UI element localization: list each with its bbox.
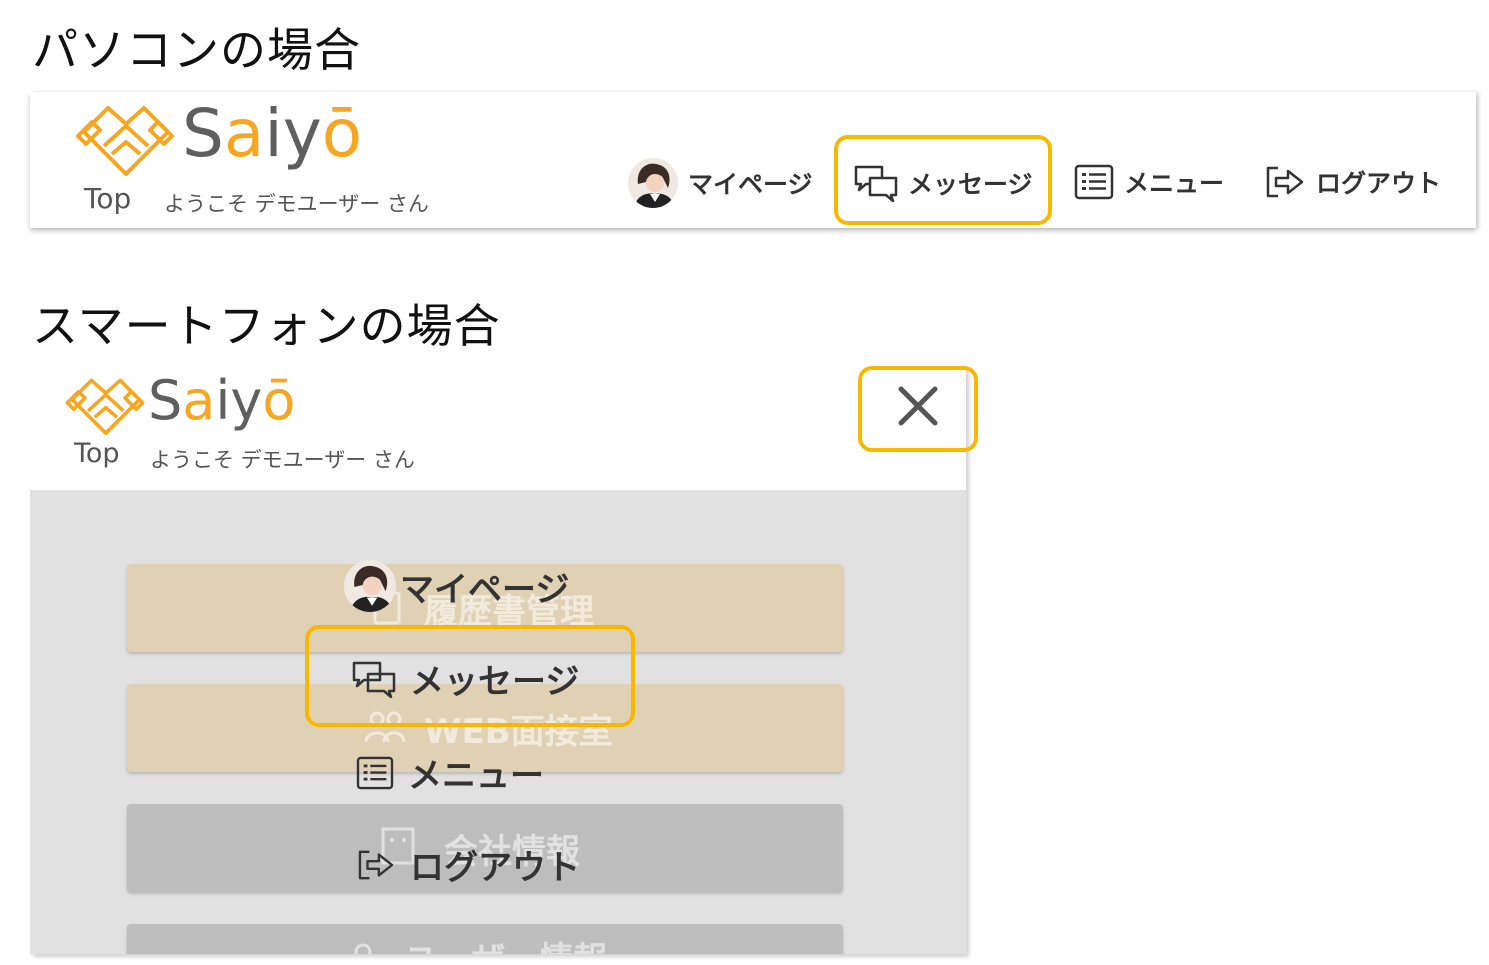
sp-close-highlight (858, 366, 978, 452)
top-link[interactable]: Top (84, 182, 131, 215)
nav-mypage[interactable]: マイページ (628, 158, 813, 208)
sp-nav-mypage-label: マイページ (400, 569, 570, 610)
pc-message-highlight (834, 135, 1052, 225)
nav-menu[interactable]: メニュー (1074, 164, 1224, 200)
user-icon (354, 943, 372, 954)
sp-nav-logout[interactable]: ログアウト (356, 840, 580, 889)
section-title-pc: パソコンの場合 (32, 23, 361, 77)
sp-header: Saiyō Top ようこそ デモユーザー さん (30, 366, 966, 490)
pc-header: Saiyō Top ようこそ デモユーザー さん マイページ メッセージ メニュ… (30, 92, 1476, 228)
list-icon (1074, 164, 1114, 200)
avatar-icon (344, 560, 396, 612)
top-link[interactable]: Top (74, 438, 120, 469)
nav-logout[interactable]: ログアウト (1264, 164, 1441, 200)
handshake-logo-icon (65, 378, 145, 435)
list-icon (356, 756, 394, 789)
handshake-logo-icon (76, 106, 174, 176)
sp-nav-mypage[interactable]: マイページ (344, 560, 569, 612)
logo-text: Saiyō (148, 369, 296, 432)
ghost-label-user: ユーザー情報 (404, 932, 607, 954)
sp-nav-menu[interactable]: メニュー (356, 748, 544, 797)
nav-mypage-label: マイページ (688, 170, 813, 199)
logo-text: Saiyō (182, 95, 363, 172)
section-title-sp: スマートフォンの場合 (32, 299, 501, 353)
welcome-text: ようこそ デモユーザー さん (164, 192, 429, 216)
sp-nav-logout-label: ログアウト (410, 848, 580, 888)
nav-logout-label: ログアウト (1316, 169, 1442, 198)
nav-menu-label: メニュー (1124, 169, 1225, 198)
sp-nav-menu-label: メニュー (408, 756, 544, 796)
avatar-icon (628, 158, 678, 208)
sp-message-highlight (305, 625, 635, 727)
logout-arrow-icon (1266, 166, 1304, 198)
welcome-text: ようこそ デモユーザー さん (150, 448, 415, 472)
logout-arrow-icon (358, 850, 394, 879)
